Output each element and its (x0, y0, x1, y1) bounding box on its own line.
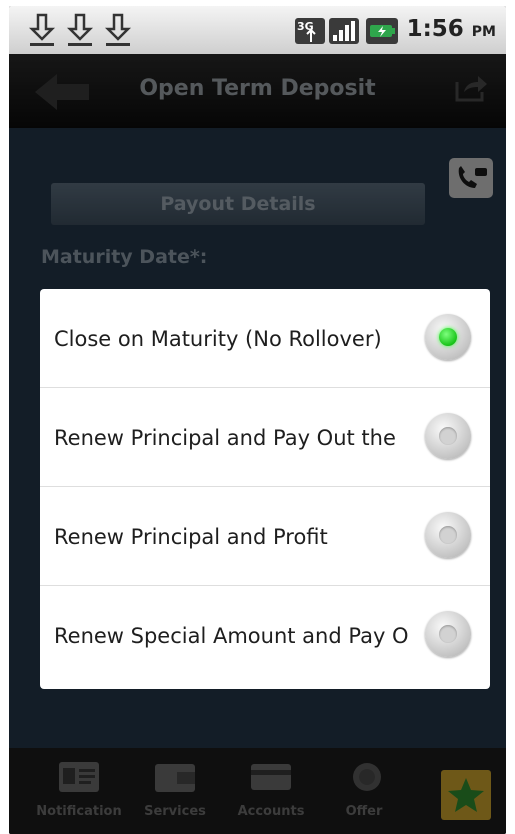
option-label: Renew Special Amount and Pay O (54, 624, 409, 648)
download-icon (28, 13, 56, 46)
payout-option-dialog: Close on Maturity (No Rollover) Renew Pr… (40, 289, 490, 689)
option-close-on-maturity[interactable]: Close on Maturity (No Rollover) (40, 289, 490, 388)
option-renew-principal-profit[interactable]: Renew Principal and Profit (40, 487, 490, 586)
phone-screen: 3G 1:56 PM Open Term Deposit Payout Deta… (9, 6, 506, 834)
radio-indicator (439, 526, 457, 544)
radio-indicator (439, 625, 457, 643)
option-label: Renew Principal and Profit (54, 525, 328, 549)
option-label: Renew Principal and Pay Out the (54, 426, 396, 450)
option-label: Close on Maturity (No Rollover) (54, 327, 382, 351)
radio-button[interactable] (425, 314, 471, 360)
radio-button[interactable] (425, 611, 471, 657)
radio-indicator (439, 427, 457, 445)
status-bar: 3G 1:56 PM (9, 6, 506, 54)
radio-button[interactable] (425, 512, 471, 558)
download-icon (66, 13, 94, 46)
radio-checked-indicator (439, 328, 457, 346)
option-renew-principal-pay-out[interactable]: Renew Principal and Pay Out the (40, 388, 490, 487)
status-clock: 1:56 PM (406, 16, 496, 42)
network-3g-icon: 3G (295, 18, 325, 44)
battery-icon (366, 18, 398, 44)
signal-strength-icon (329, 18, 359, 44)
option-renew-special-amount[interactable]: Renew Special Amount and Pay O (40, 586, 490, 685)
download-icon (104, 13, 132, 46)
radio-button[interactable] (425, 413, 471, 459)
